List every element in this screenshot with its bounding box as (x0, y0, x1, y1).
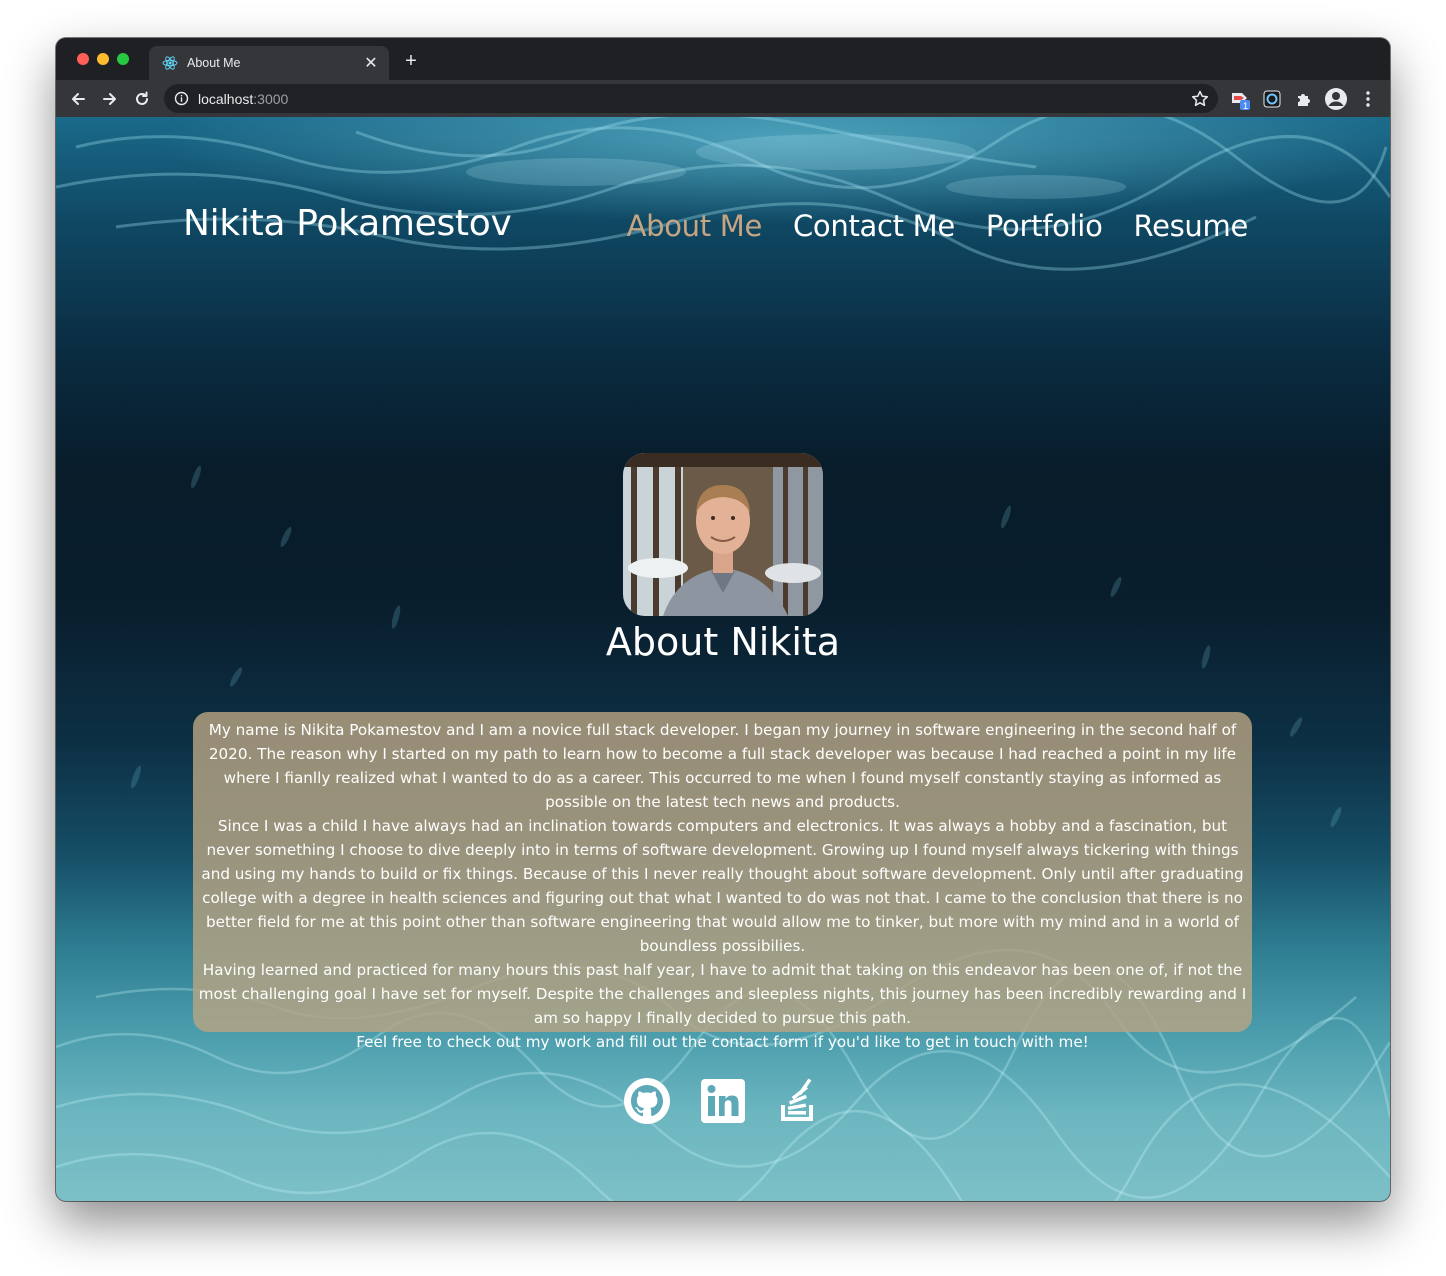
address-bar[interactable]: localhost:3000 (164, 84, 1218, 113)
profile-avatar-icon[interactable] (1324, 87, 1348, 111)
extensions-puzzle-icon[interactable] (1292, 87, 1316, 111)
extension-badge: 1 (1243, 101, 1249, 111)
about-paragraph-1: My name is Nikita Pokamestov and I am a … (208, 721, 1237, 811)
social-links (56, 1077, 1390, 1125)
extension-2-icon[interactable] (1260, 87, 1284, 111)
browser-toolbar: localhost:3000 1 (56, 80, 1390, 117)
profile-photo (623, 453, 823, 616)
linkedin-icon (701, 1079, 745, 1123)
close-window-button[interactable] (77, 53, 89, 65)
bookmark-star-icon[interactable] (1190, 89, 1210, 109)
site-header: Nikita Pokamestov About Me Contact Me Po… (56, 117, 1390, 317)
about-paragraph-2: Since I was a child I have always had an… (201, 817, 1244, 955)
tab-bar: About Me ✕ + (56, 38, 1390, 80)
url-host: localhost (198, 91, 254, 107)
github-icon (624, 1078, 670, 1124)
about-title: About Nikita (605, 620, 841, 664)
nav-contact-me[interactable]: Contact Me (793, 209, 955, 243)
nav-resume[interactable]: Resume (1134, 209, 1249, 243)
nav-about-me[interactable]: About Me (627, 209, 763, 243)
back-icon[interactable] (64, 85, 92, 113)
extension-icon[interactable]: 1 (1228, 87, 1252, 111)
browser-window: About Me ✕ + localhost:3000 1 Nikita Pok… (56, 38, 1390, 1201)
browser-tab[interactable]: About Me ✕ (149, 46, 389, 80)
url-text: localhost:3000 (198, 91, 288, 107)
reload-icon[interactable] (128, 85, 156, 113)
forward-icon[interactable] (96, 85, 124, 113)
nav-portfolio[interactable]: Portfolio (986, 209, 1103, 243)
linkedin-link[interactable] (699, 1077, 747, 1125)
about-text-box: My name is Nikita Pokamestov and I am a … (193, 712, 1252, 1051)
close-tab-icon[interactable]: ✕ (359, 51, 383, 75)
stackoverflow-icon (781, 1078, 813, 1121)
about-paragraph-3: Having learned and practiced for many ho… (198, 961, 1247, 1027)
minimize-window-button[interactable] (97, 53, 109, 65)
tab-title: About Me (187, 56, 241, 70)
maximize-window-button[interactable] (117, 53, 129, 65)
menu-kebab-icon[interactable] (1356, 87, 1380, 111)
site-brand[interactable]: Nikita Pokamestov (183, 203, 512, 244)
new-tab-button[interactable]: + (399, 49, 423, 73)
about-paragraph-4: Feel free to check out my work and fill … (356, 1033, 1089, 1051)
page-viewport: Nikita Pokamestov About Me Contact Me Po… (56, 117, 1390, 1201)
react-icon (162, 55, 178, 71)
url-port: :3000 (253, 91, 289, 107)
github-link[interactable] (623, 1077, 671, 1125)
stackoverflow-link[interactable] (775, 1077, 823, 1125)
main-nav: About Me Contact Me Portfolio Resume (627, 209, 1249, 243)
info-icon[interactable] (174, 91, 189, 106)
